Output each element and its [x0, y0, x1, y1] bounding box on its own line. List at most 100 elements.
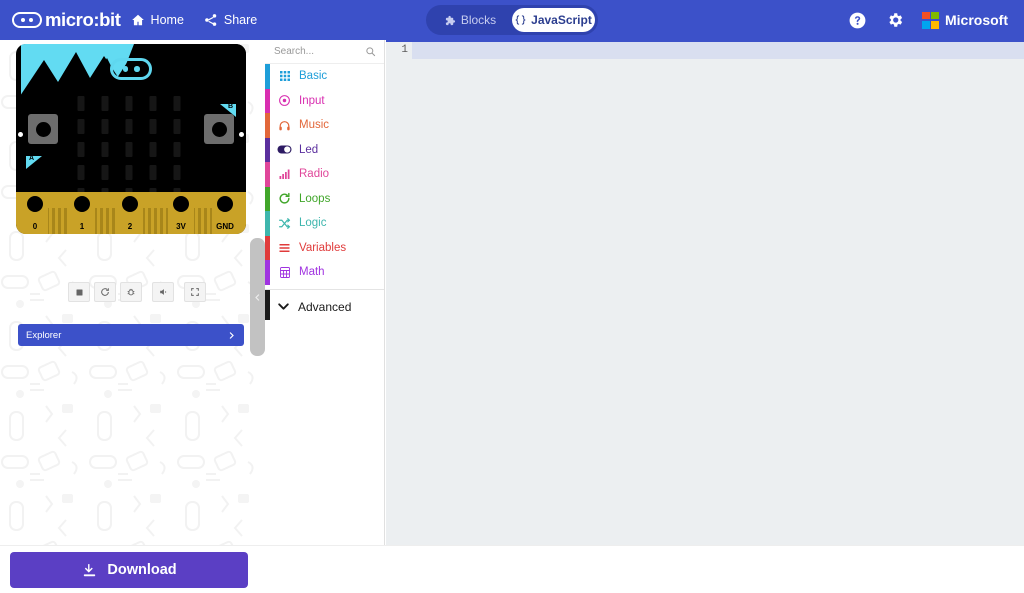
pin-2[interactable]: 2 [117, 192, 143, 234]
toolbox-category-radio[interactable]: Radio [265, 162, 384, 187]
category-label: Basic [299, 70, 328, 83]
category-stripe [265, 162, 270, 187]
help-button[interactable] [840, 3, 874, 37]
tab-blocks-label: Blocks [460, 13, 497, 27]
tab-javascript[interactable]: JavaScript [512, 8, 595, 32]
code-editor[interactable]: 1 [386, 40, 1024, 545]
toolbox-category-input[interactable]: Input [265, 88, 384, 113]
header-right-group: Microsoft [840, 0, 1014, 40]
category-label: Music [299, 119, 330, 132]
pin-3v-label: 3V [176, 222, 186, 231]
category-stripe [265, 88, 270, 113]
puzzle-icon [445, 15, 456, 26]
board-body: A B 0 1 2 3V GND [16, 44, 246, 234]
nav-home-label: Home [150, 13, 184, 27]
pin-3v[interactable]: 3V [168, 192, 194, 234]
board-pin-strip: 0 1 2 3V GND [16, 192, 246, 234]
board-button-a[interactable] [28, 114, 58, 144]
pin-1[interactable]: 1 [69, 192, 95, 234]
microbit-face-logo-icon [110, 58, 152, 80]
blocks-toolbox: Search... Basic Input Music Led Radio Lo… [265, 40, 385, 545]
stop-icon [75, 288, 84, 297]
board-left-dot [18, 132, 23, 137]
bottom-bar: Download [0, 545, 1024, 593]
category-label: Logic [299, 217, 327, 230]
pin-2-label: 2 [127, 222, 133, 231]
button-b-label: B [227, 103, 233, 110]
shuffle-icon [277, 217, 292, 230]
microsoft-link[interactable]: Microsoft [916, 11, 1014, 29]
restart-button[interactable] [94, 282, 116, 302]
button-b-marker: B [220, 103, 236, 117]
makecode-editor-root: micro:bit Home Share Blocks JavaScript M… [0, 0, 1024, 593]
category-stripe [265, 211, 270, 236]
category-stripe [265, 113, 270, 138]
mute-button[interactable] [152, 282, 174, 302]
toolbox-search[interactable]: Search... [265, 40, 384, 64]
toolbox-divider [265, 288, 384, 290]
category-stripe [265, 64, 270, 89]
chevron-down-icon [277, 302, 290, 311]
toolbox-category-music[interactable]: Music [265, 113, 384, 138]
category-label: Math [299, 266, 325, 279]
chevron-right-icon [227, 331, 236, 340]
category-label: Variables [299, 241, 347, 254]
search-icon [365, 46, 376, 57]
restart-icon [100, 287, 110, 297]
tab-javascript-label: JavaScript [531, 13, 592, 27]
explorer-bar[interactable]: Explorer [18, 324, 244, 346]
share-icon [204, 13, 218, 27]
toolbox-category-math[interactable]: Math [265, 260, 384, 285]
pin-gnd[interactable]: GND [212, 192, 238, 234]
toolbox-category-logic[interactable]: Logic [265, 211, 384, 236]
download-button[interactable]: Download [10, 552, 248, 588]
category-stripe [265, 235, 270, 260]
tab-blocks[interactable]: Blocks [429, 8, 512, 32]
toolbox-category-loops[interactable]: Loops [265, 186, 384, 211]
microbit-logo-text: micro:bit [45, 8, 121, 30]
toolbox-category-variables[interactable]: Variables [265, 235, 384, 260]
category-label: Loops [299, 192, 331, 205]
advanced-label: Advanced [298, 299, 352, 314]
nav-home[interactable]: Home [121, 0, 194, 40]
expand-icon [190, 287, 200, 297]
stop-button[interactable] [68, 282, 90, 302]
board-button-b[interactable] [204, 114, 234, 144]
led-matrix [77, 96, 185, 204]
settings-button[interactable] [878, 3, 912, 37]
target-icon [277, 94, 292, 107]
editor-line-number: 1 [401, 44, 408, 56]
toolbox-category-basic[interactable]: Basic [265, 64, 384, 89]
calculator-icon [277, 266, 292, 279]
category-stripe [265, 260, 270, 285]
pin-gnd-label: GND [216, 222, 234, 231]
microbit-face-icon [12, 12, 42, 28]
lines-icon [277, 242, 292, 254]
editor-gutter: 1 [386, 42, 412, 545]
category-label: Led [299, 143, 319, 156]
grid-icon [277, 70, 292, 82]
microbit-logo[interactable]: micro:bit [12, 8, 121, 30]
microbit-board[interactable]: A B 0 1 2 3V GND [16, 44, 246, 234]
panel-resize-handle[interactable] [250, 238, 265, 356]
fullscreen-button[interactable] [184, 282, 206, 302]
microsoft-label: Microsoft [945, 12, 1008, 28]
debug-button[interactable] [120, 282, 142, 302]
category-stripe [265, 137, 270, 162]
pin-1-label: 1 [79, 222, 85, 231]
editor-current-line-highlight [412, 42, 1024, 59]
nav-share[interactable]: Share [194, 0, 267, 40]
category-stripe [265, 289, 270, 320]
toolbox-category-advanced[interactable]: Advanced [265, 289, 384, 320]
simulator-panel: A B 0 1 2 3V GND Explorer [0, 40, 264, 545]
toggle-icon [277, 143, 292, 156]
button-a-marker: A [26, 155, 42, 169]
button-a-label: A [29, 155, 35, 162]
download-icon [81, 562, 98, 579]
speaker-icon [158, 287, 169, 297]
loop-icon [277, 192, 292, 205]
toolbox-category-led[interactable]: Led [265, 137, 384, 162]
home-icon [131, 13, 145, 27]
pin-0[interactable]: 0 [22, 192, 48, 234]
explorer-label: Explorer [26, 329, 62, 341]
